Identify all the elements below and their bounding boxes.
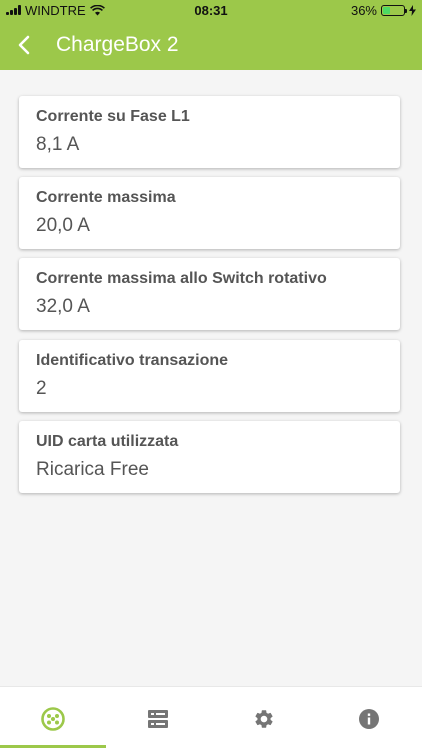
card-value: Ricarica Free xyxy=(36,459,149,480)
card-value: 32,0 A xyxy=(36,296,90,317)
carrier-name: WINDTRE xyxy=(25,2,86,18)
charging-bolt-icon xyxy=(409,4,416,16)
card-card-uid: UID carta utilizzata Ricarica Free xyxy=(19,421,400,493)
bottom-nav xyxy=(0,686,422,750)
nav-tab-settings[interactable] xyxy=(211,687,317,750)
status-right: 36% xyxy=(351,3,416,18)
nav-tab-devices[interactable] xyxy=(106,687,212,750)
card-label: Corrente su Fase L1 xyxy=(36,108,190,125)
status-bar: WINDTRE 08:31 36% xyxy=(0,0,422,20)
status-time: 08:31 xyxy=(194,2,228,18)
card-value: 8,1 A xyxy=(36,134,80,155)
signal-icon xyxy=(6,5,21,15)
connector-icon xyxy=(40,706,65,731)
gear-icon xyxy=(255,709,273,728)
battery-icon xyxy=(381,4,407,16)
app-bar: ChargeBox 2 xyxy=(0,20,422,70)
status-left: WINDTRE xyxy=(6,3,105,18)
card-value: 20,0 A xyxy=(36,215,90,236)
back-arrow-icon xyxy=(18,35,30,55)
card-label: UID carta utilizzata xyxy=(36,433,179,450)
card-phase-current: Corrente su Fase L1 8,1 A xyxy=(19,96,400,168)
battery-percent: 36% xyxy=(350,2,377,18)
info-icon xyxy=(359,708,380,729)
server-icon xyxy=(148,709,169,728)
page-title: ChargeBox 2 xyxy=(56,33,179,56)
card-transaction-id: Identificativo transazione 2 xyxy=(19,340,400,412)
nav-tab-info[interactable] xyxy=(317,687,422,750)
card-switch-max-current: Corrente massima allo Switch rotativo 32… xyxy=(19,258,400,330)
battery-fill xyxy=(383,6,391,14)
card-label: Corrente massima allo Switch rotativo xyxy=(36,270,327,287)
nav-tab-connector[interactable] xyxy=(0,687,106,750)
wifi-icon xyxy=(89,4,105,15)
card-label: Corrente massima xyxy=(36,189,176,206)
main-content: Corrente su Fase L1 8,1 A Corrente massi… xyxy=(0,70,422,686)
card-max-current: Corrente massima 20,0 A xyxy=(19,177,400,249)
card-value: 2 xyxy=(36,378,47,399)
card-label: Identificativo transazione xyxy=(36,352,229,369)
back-button[interactable] xyxy=(0,20,48,70)
